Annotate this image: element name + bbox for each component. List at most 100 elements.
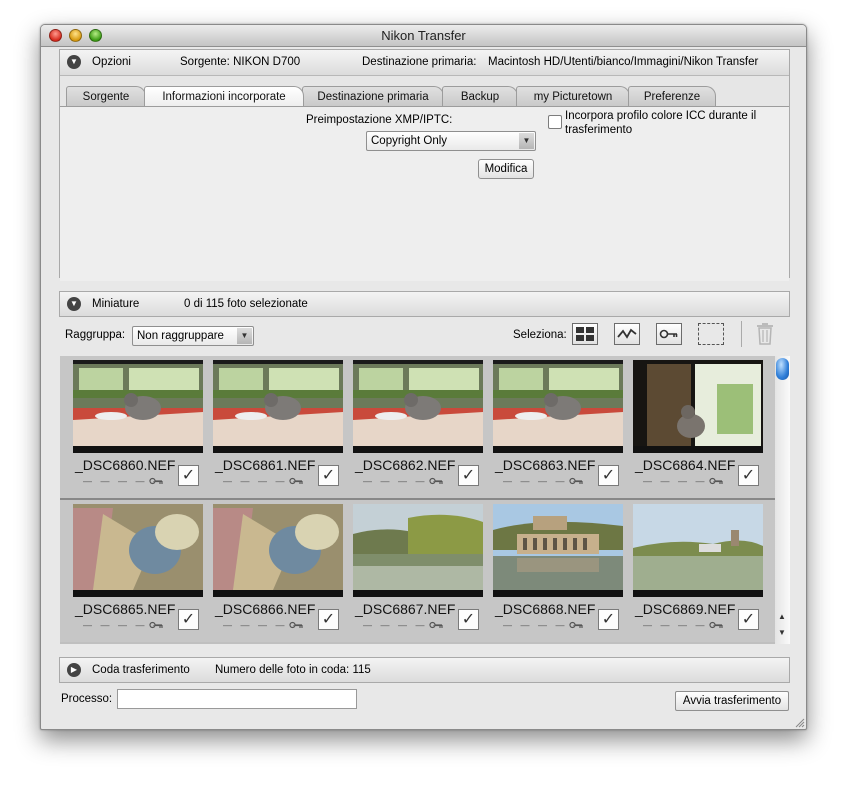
thumbnail-item[interactable]: _DSC6868.NEF — — — — — ✓ [493,504,623,639]
process-field[interactable] [117,689,357,709]
trash-icon[interactable] [754,322,776,349]
destination-label: Destinazione primaria: [362,56,477,68]
title-bar[interactable]: Nikon Transfer [41,25,806,47]
thumbnail-item[interactable]: _DSC6865.NEF — — — — — ✓ [73,504,203,639]
thumbnail-filename: _DSC6860.NEF [75,457,176,473]
thumbnail-filename: _DSC6869.NEF [635,601,736,617]
group-label: Raggruppa: [65,329,126,341]
zoom-window-button[interactable] [89,29,102,42]
thumbnail-item[interactable]: _DSC6863.NEF — — — — — ✓ [493,360,623,495]
thumbnails-header[interactable]: ▼ Miniature 0 di 115 foto selezionate [59,291,790,317]
tab-my-picturetown[interactable]: my Picturetown [516,86,630,106]
tab-content: Preimpostazione XMP/IPTC: Copyright Only… [60,106,789,281]
thumbnail-image[interactable] [493,360,623,453]
select-label: Seleziona: [513,329,567,341]
tab-destinazione-primaria[interactable]: Destinazione primaria [302,86,444,106]
thumbnail-image[interactable] [493,504,623,597]
tab-preferenze[interactable]: Preferenze [628,86,716,106]
icc-profile-checkbox[interactable] [548,115,562,129]
selected-count: 0 di 115 foto selezionate [184,298,308,310]
deselect-icon[interactable] [698,323,724,345]
grid-scrollbar[interactable]: ▲ ▼ [775,356,790,644]
select-protected-icon[interactable] [656,323,682,345]
select-range-icon[interactable] [614,323,640,345]
window-title: Nikon Transfer [381,28,466,43]
thumbnail-item[interactable]: _DSC6862.NEF — — — — — ✓ [353,360,483,495]
thumbnail-checkbox[interactable]: ✓ [598,465,619,486]
select-all-icon[interactable] [572,323,598,345]
chevron-down-icon: ▼ [519,133,534,149]
thumbnail-filename: _DSC6868.NEF [495,601,596,617]
protect-key-icon[interactable] [429,621,443,629]
protect-key-icon[interactable] [149,477,163,485]
thumbnail-checkbox[interactable]: ✓ [458,465,479,486]
disclosure-right-icon[interactable]: ▶ [67,663,81,677]
thumbnail-image[interactable] [213,360,343,453]
thumbnail-checkbox[interactable]: ✓ [178,465,199,486]
resize-grip-icon[interactable] [793,716,805,728]
thumbnail-checkbox[interactable]: ✓ [598,609,619,630]
thumbnail-checkbox[interactable]: ✓ [738,609,759,630]
thumbnail-image[interactable] [633,504,763,597]
tab-informazioni-incorporate[interactable]: Informazioni incorporate [144,86,304,106]
chevron-down-icon: ▼ [237,328,252,344]
thumbnail-image[interactable] [73,360,203,453]
options-panel: ▼ Opzioni Sorgente: NIKON D700 Destinazi… [59,49,790,281]
protect-key-icon[interactable] [569,621,583,629]
queue-count: Numero delle foto in coda: 115 [215,664,371,676]
thumbnail-image[interactable] [73,504,203,597]
scroll-up-icon[interactable]: ▲ [778,612,786,621]
scroll-down-icon[interactable]: ▼ [778,628,786,637]
disclosure-down-icon[interactable]: ▼ [67,297,81,311]
thumbnail-checkbox[interactable]: ✓ [458,609,479,630]
minimize-window-button[interactable] [69,29,82,42]
thumbnail-filename: _DSC6863.NEF [495,457,596,473]
modify-button[interactable]: Modifica [478,159,534,179]
options-header[interactable]: ▼ Opzioni Sorgente: NIKON D700 Destinazi… [60,50,789,76]
close-window-button[interactable] [49,29,62,42]
protect-key-icon[interactable] [289,477,303,485]
tab-sorgente[interactable]: Sorgente [66,86,146,106]
protect-key-icon[interactable] [709,621,723,629]
protect-key-icon[interactable] [149,621,163,629]
thumbnail-image[interactable] [353,504,483,597]
preset-value: Copyright Only [371,135,448,147]
group-value: Non raggruppare [137,330,224,342]
source-label: Sorgente: NIKON D700 [180,56,301,68]
thumbnail-item[interactable]: _DSC6864.NEF — — — — — ✓ [633,360,763,495]
thumbnail-filename: _DSC6862.NEF [355,457,456,473]
icc-label-line2: trasferimento [565,124,633,136]
thumbnail-item[interactable]: _DSC6869.NEF — — — — — ✓ [633,504,763,639]
thumbnails-title: Miniature [92,298,140,310]
protect-key-icon[interactable] [709,477,723,485]
thumbnail-item[interactable]: _DSC6867.NEF — — — — — ✓ [353,504,483,639]
tab-backup[interactable]: Backup [442,86,518,106]
thumbnail-image[interactable] [353,360,483,453]
protect-key-icon[interactable] [569,477,583,485]
thumbnail-checkbox[interactable]: ✓ [178,609,199,630]
thumbnail-grid[interactable]: _DSC6860.NEF — — — — — ✓ _DSC6861.NEF — … [60,356,790,644]
scrollbar-knob[interactable] [776,358,789,380]
preset-dropdown[interactable]: Copyright Only ▼ [366,131,536,151]
app-window: Nikon Transfer ▼ Opzioni Sorgente: NIKON… [40,24,807,730]
group-dropdown[interactable]: Non raggruppare ▼ [132,326,254,346]
thumbnail-item[interactable]: _DSC6860.NEF — — — — — ✓ [73,360,203,495]
protect-key-icon[interactable] [289,621,303,629]
thumbnail-filename: _DSC6865.NEF [75,601,176,617]
thumbnail-image[interactable] [213,504,343,597]
thumbnail-image[interactable] [633,360,763,453]
queue-header[interactable]: ▶ Coda trasferimento Numero delle foto i… [59,657,790,683]
toolbar-divider [741,321,742,347]
thumbnail-filename: _DSC6861.NEF [215,457,316,473]
start-transfer-button[interactable]: Avvia trasferimento [675,691,789,711]
thumbnail-item[interactable]: _DSC6866.NEF — — — — — ✓ [213,504,343,639]
thumbnail-checkbox[interactable]: ✓ [738,465,759,486]
thumbnail-filename: _DSC6867.NEF [355,601,456,617]
destination-path: Macintosh HD/Utenti/bianco/Immagini/Niko… [488,56,759,68]
process-label: Processo: [61,693,113,705]
thumbnail-checkbox[interactable]: ✓ [318,465,339,486]
thumbnail-checkbox[interactable]: ✓ [318,609,339,630]
thumbnail-item[interactable]: _DSC6861.NEF — — — — — ✓ [213,360,343,495]
protect-key-icon[interactable] [429,477,443,485]
disclosure-down-icon[interactable]: ▼ [67,55,81,69]
